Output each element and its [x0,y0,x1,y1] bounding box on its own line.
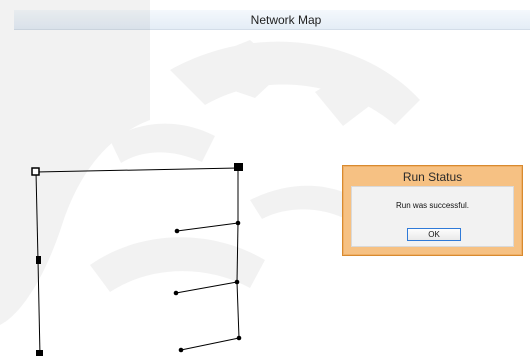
dialog-message: Run was successful. [396,201,469,210]
pipe-branch-3[interactable] [180,337,240,351]
pipe-right-2[interactable] [236,222,239,283]
pipe-branch-1[interactable] [176,222,239,232]
junction-node-2[interactable] [235,220,241,226]
run-status-dialog[interactable]: Run Status Run was successful. OK [342,165,523,256]
pipe-branch-2[interactable] [175,281,238,294]
reservoir-node[interactable] [31,167,40,176]
tank-node[interactable] [234,163,243,171]
junction-node-4[interactable] [234,279,240,285]
junction-node-left[interactable] [36,256,41,264]
dialog-title: Run Status [402,170,463,184]
pipe-left-upper[interactable] [35,171,39,261]
junction-node-3[interactable] [173,290,179,296]
junction-node-1[interactable] [174,228,180,234]
junction-node-6[interactable] [236,335,242,341]
pipe-top[interactable] [35,167,239,173]
ok-button[interactable]: OK [407,228,461,241]
junction-node-bottom[interactable] [36,350,43,356]
dialog-body: Run was successful. OK [351,186,514,247]
pipe-left-lower[interactable] [37,259,41,356]
pipe-right-3[interactable] [236,281,240,339]
junction-node-5[interactable] [178,347,184,353]
